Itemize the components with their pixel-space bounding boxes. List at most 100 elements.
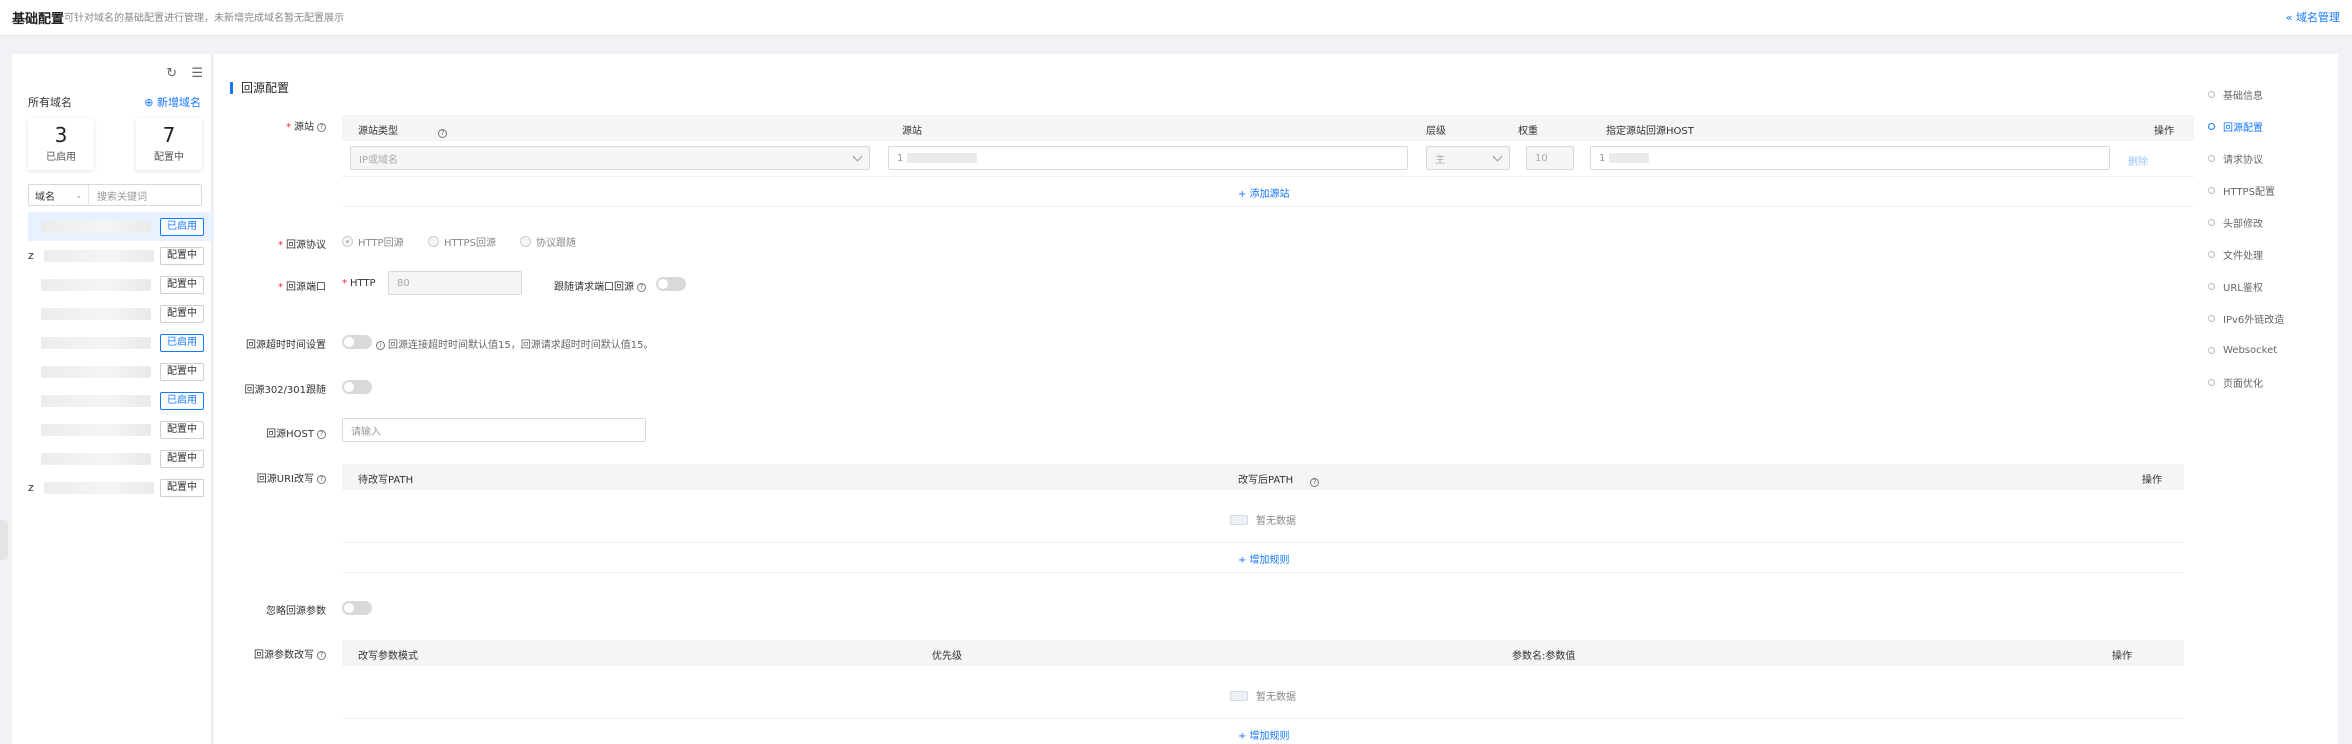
circle-icon: [2208, 250, 2215, 258]
stat-enabled-label: 已启用: [46, 152, 76, 163]
origin-host-field[interactable]: 请输入: [342, 418, 646, 442]
domain-list-item[interactable]: 配置中: [28, 444, 214, 473]
status-badge: 配置中: [160, 362, 204, 381]
refresh-icon[interactable]: ↻: [166, 66, 177, 81]
origin-label: * 源站?: [214, 118, 326, 133]
uri-empty-state: 暂无数据: [1230, 512, 1296, 527]
col-priority: 优先级: [932, 651, 962, 662]
domain-name-redacted: [41, 423, 151, 436]
origin-level-select[interactable]: 主: [1426, 146, 1510, 170]
circle-icon: [2208, 218, 2215, 226]
anchor-request-protocol[interactable]: 请求协议: [2208, 142, 2348, 174]
help-icon: ?: [317, 122, 326, 132]
domain-name-redacted: [41, 365, 151, 378]
domain-list-panel: ↻ ☰ 所有域名 ⊕ 新增域名 3 已启用 7 配置中 域名 ⌄ 搜索关键词 已启…: [12, 54, 214, 744]
domain-name-redacted: [41, 336, 151, 349]
circle-icon: [2208, 346, 2215, 354]
domain-list-item[interactable]: 已启用: [28, 212, 214, 241]
delete-origin-link[interactable]: 删除: [2128, 153, 2148, 168]
divider: [342, 206, 2194, 207]
add-domain-button[interactable]: ⊕ 新增域名: [144, 94, 201, 110]
col-param-mode: 改写参数模式: [358, 651, 418, 662]
anchor-origin-config[interactable]: 回源配置: [2208, 110, 2348, 142]
radio-http[interactable]: HTTP回源: [342, 234, 404, 249]
anchor-page-optimize[interactable]: 页面优化: [2208, 366, 2348, 398]
timeout-switch[interactable]: [342, 335, 372, 349]
anchor-file-processing[interactable]: 文件处理: [2208, 238, 2348, 270]
domain-name: z: [28, 481, 34, 494]
domain-list-item[interactable]: 配置中: [28, 299, 214, 328]
stat-enabled[interactable]: 3 已启用: [28, 118, 94, 170]
param-rewrite-label: 回源参数改写?: [214, 646, 326, 661]
page-description: 可针对域名的基础配置进行管理，未新增完成域名暂无配置展示: [64, 13, 344, 24]
anchor-nav: 基础信息 回源配置 请求协议 HTTPS配置 头部修改 文件处理 URL鉴权 I…: [2208, 78, 2348, 398]
chevron-down-icon: [852, 151, 863, 162]
add-param-rule-button[interactable]: + 增加规则: [1238, 727, 1290, 742]
domain-list-item[interactable]: z 配置中: [28, 473, 214, 502]
divider: [342, 718, 2184, 719]
param-table-header: 改写参数模式 优先级 参数名:参数值 操作: [342, 640, 2184, 666]
origin-type-select[interactable]: IP或域名: [350, 146, 870, 170]
domain-list-item[interactable]: 配置中: [28, 357, 214, 386]
circle-icon: [2208, 122, 2215, 130]
circle-icon: [2208, 154, 2215, 162]
domain-list-item[interactable]: z 配置中: [28, 241, 214, 270]
help-icon: ?: [317, 474, 326, 484]
help-icon: ?: [637, 282, 646, 292]
domain-name-redacted: [41, 220, 151, 233]
anchor-basic-info[interactable]: 基础信息: [2208, 78, 2348, 110]
anchor-url-auth[interactable]: URL鉴权: [2208, 270, 2348, 302]
origin-table-header: 源站类型 ? 源站 层级 权重 指定源站回源HOST 操作: [342, 115, 2194, 141]
anchor-https-config[interactable]: HTTPS配置: [2208, 174, 2348, 206]
timeout-hint: i 回源连接超时时间默认值15，回源请求超时时间默认值15。: [376, 336, 653, 351]
domain-list-item[interactable]: 已启用: [28, 386, 214, 415]
origin-address-input[interactable]: 1: [888, 146, 1408, 170]
domain-name-redacted: [43, 481, 154, 494]
radio-dot: [342, 236, 353, 247]
domain-name-redacted: [43, 249, 154, 262]
help-icon: ?: [317, 429, 326, 439]
anchor-ipv6[interactable]: IPv6外链改造: [2208, 302, 2348, 334]
domain-name-redacted: [41, 452, 151, 465]
page-title: 基础配置: [12, 12, 65, 27]
origin-host-input[interactable]: 1: [1590, 146, 2110, 170]
section-title: 回源配置: [230, 82, 289, 94]
add-origin-button[interactable]: + 添加源站: [1238, 185, 1290, 200]
filter-keyword-input[interactable]: 搜索关键词: [89, 188, 147, 203]
domain-list-item[interactable]: 已启用: [28, 328, 214, 357]
col-origin: 源站: [902, 126, 922, 137]
anchor-header-modify[interactable]: 头部修改: [2208, 206, 2348, 238]
add-uri-rule-button[interactable]: + 增加规则: [1238, 551, 1290, 566]
status-badge: 配置中: [160, 246, 204, 265]
list-view-icon[interactable]: ☰: [191, 66, 203, 81]
filter-field-select[interactable]: 域名 ⌄: [29, 185, 89, 205]
stat-configuring[interactable]: 7 配置中: [136, 118, 202, 170]
domain-list-item[interactable]: 配置中: [28, 415, 214, 444]
status-badge: 配置中: [160, 449, 204, 468]
domain-list: 已启用 z 配置中 配置中 配置中 已启用 配置中 已启用 配置中 配置中 z 配置…: [28, 212, 214, 502]
domain-list-item[interactable]: 配置中: [28, 270, 214, 299]
stat-configuring-label: 配置中: [154, 152, 184, 163]
ignore-params-switch[interactable]: [342, 601, 372, 615]
circle-icon: [2208, 378, 2215, 386]
col-action: 操作: [2142, 475, 2162, 486]
uri-rewrite-label: 回源URI改写?: [214, 470, 326, 485]
http-port-label: * HTTP: [342, 278, 376, 289]
radio-https[interactable]: HTTPS回源: [428, 234, 496, 249]
status-badge: 配置中: [160, 420, 204, 439]
redacted-value: [907, 153, 978, 163]
follow-port-switch[interactable]: [656, 277, 686, 291]
origin-weight-input[interactable]: 10: [1526, 146, 1574, 170]
circle-icon: [2208, 282, 2215, 290]
collapse-handle[interactable]: [0, 520, 8, 560]
host-label: 回源HOST?: [214, 425, 326, 440]
anchor-websocket[interactable]: Websocket: [2208, 334, 2348, 366]
circle-icon: [2208, 314, 2215, 322]
follow-port-label: 跟随请求端口回源?: [554, 278, 646, 293]
stat-configuring-count: 7: [162, 123, 176, 147]
radio-follow[interactable]: 协议跟随: [520, 234, 576, 249]
http-port-input[interactable]: 80: [388, 271, 522, 295]
redirect-switch[interactable]: [342, 380, 372, 394]
domain-management-link[interactable]: « 域名管理: [2286, 9, 2340, 25]
status-badge: 已启用: [160, 391, 204, 410]
